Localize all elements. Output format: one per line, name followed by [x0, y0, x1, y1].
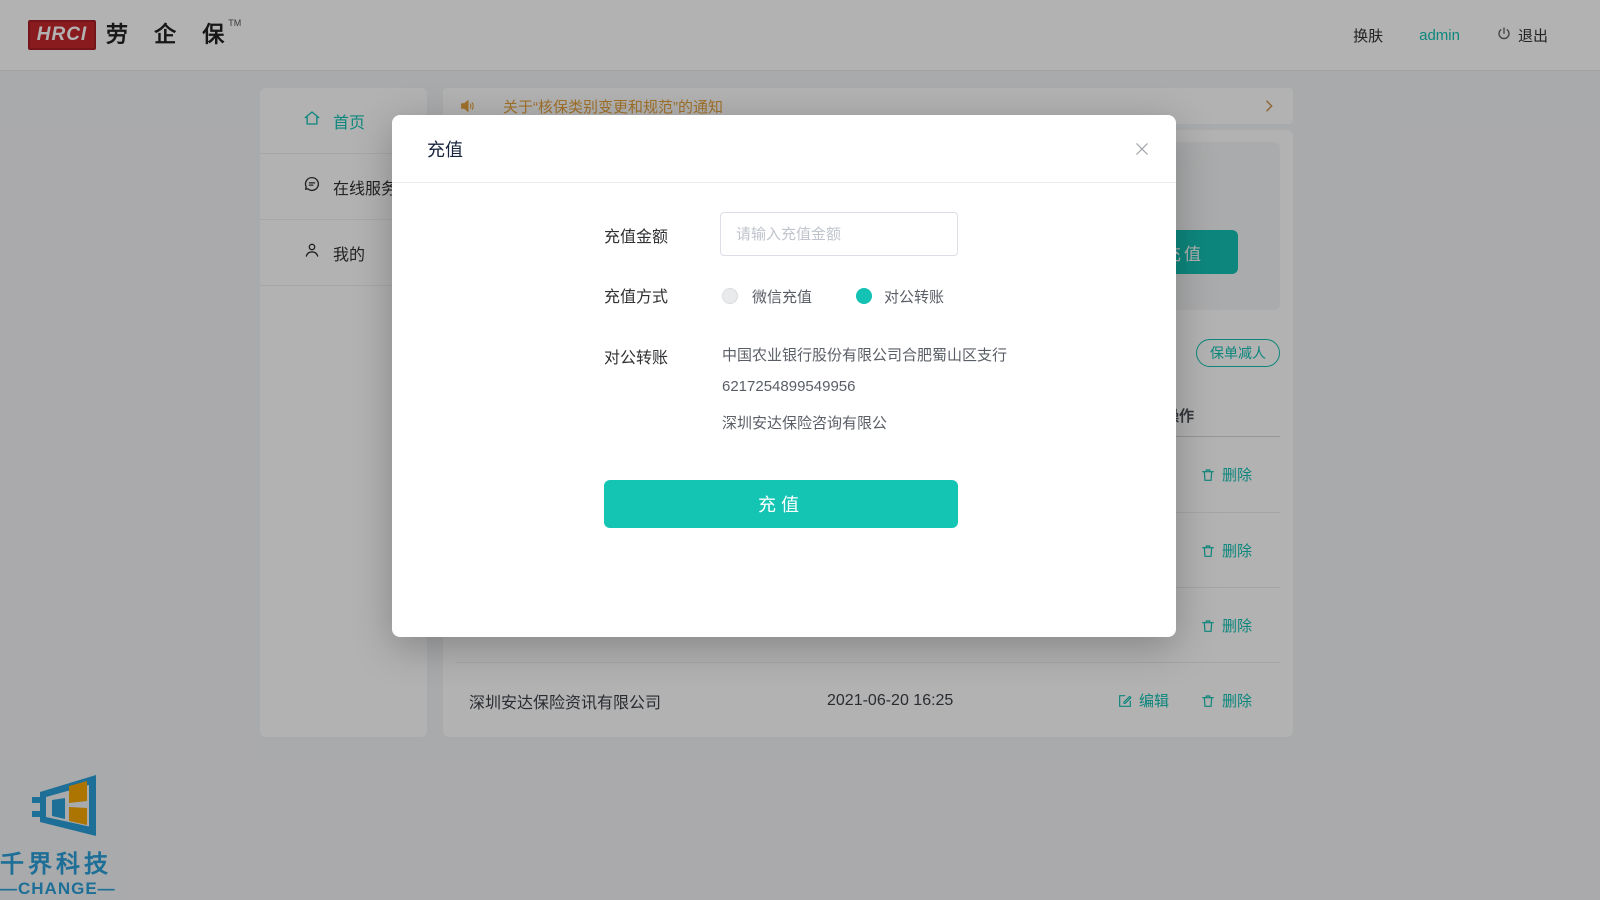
method-field-label: 充值方式: [604, 283, 668, 307]
bank-holder-text: 深圳安达保险咨询有限公: [722, 412, 887, 433]
bank-name-text: 中国农业银行股份有限公司合肥蜀山区支行: [722, 344, 1007, 365]
radio-transfer[interactable]: [856, 288, 872, 304]
amount-input[interactable]: [720, 212, 958, 256]
recharge-modal: 充值 充值金额 充值方式 微信充值 对公转账 对公转账 中国农业银行股份有限公司…: [392, 115, 1176, 637]
radio-transfer-label[interactable]: 对公转账: [884, 286, 944, 307]
transfer-field-label: 对公转账: [604, 344, 668, 368]
page: HRCI 劳 企 保 TM 换肤 admin 退出: [0, 0, 1600, 900]
radio-wechat[interactable]: [722, 288, 738, 304]
amount-field-label: 充值金额: [604, 223, 668, 247]
bank-account-text: 6217254899549956: [722, 378, 855, 395]
radio-wechat-label[interactable]: 微信充值: [752, 286, 812, 307]
modal-header: 充值: [392, 115, 1176, 183]
submit-recharge-button[interactable]: 充值: [604, 480, 958, 528]
modal-title: 充值: [427, 115, 463, 183]
close-icon[interactable]: [1132, 139, 1152, 159]
